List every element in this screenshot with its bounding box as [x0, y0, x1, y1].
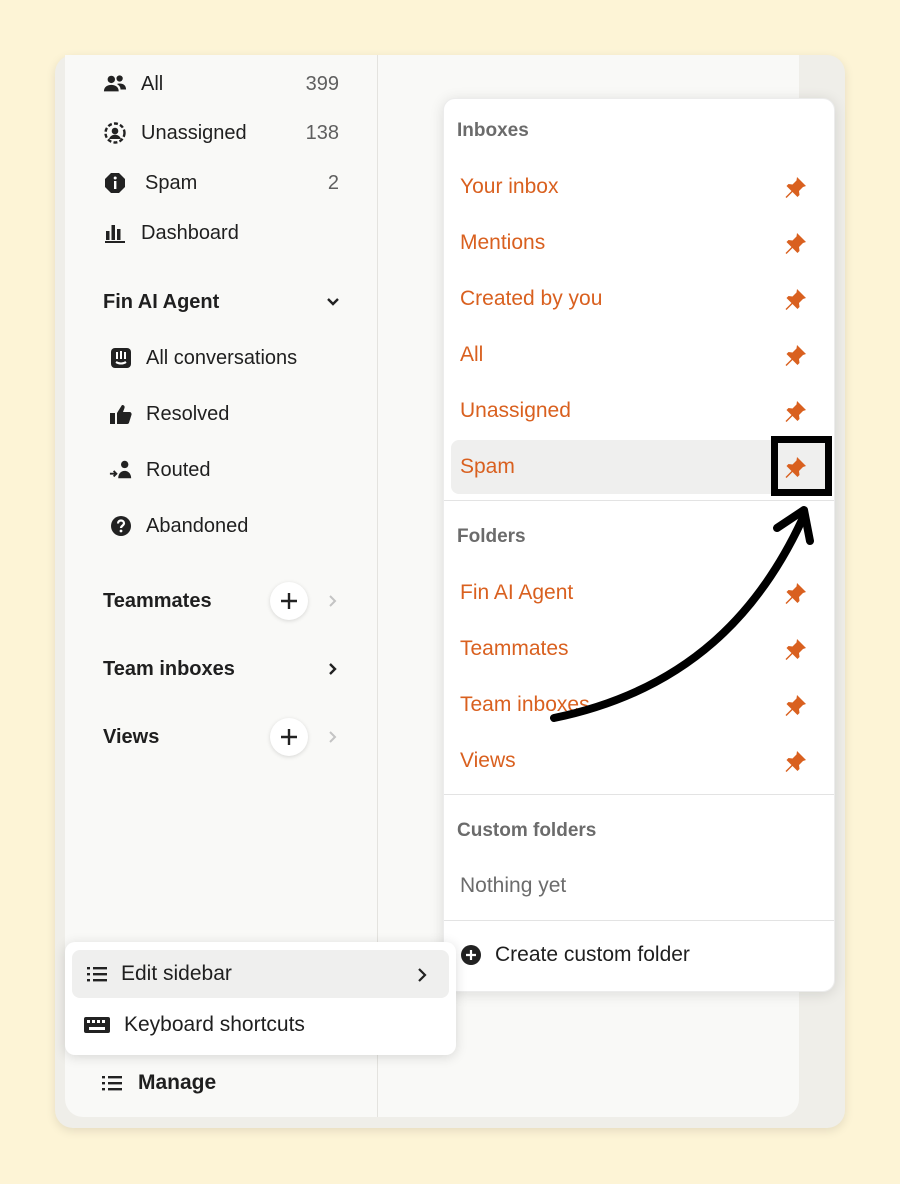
section-title: Team inboxes — [103, 657, 235, 680]
section-title: Fin AI Agent — [103, 290, 220, 313]
sidebar-item-label: All — [141, 72, 164, 95]
people-icon — [103, 72, 127, 96]
pin-row-label: Created by you — [460, 287, 603, 310]
keyboard-shortcuts-menu-item[interactable]: Keyboard shortcuts — [72, 1001, 449, 1049]
pin-row-all[interactable]: All — [451, 328, 829, 382]
pin-row-label: Views — [460, 749, 516, 772]
pin-row-fin-ai-agent[interactable]: Fin AI Agent — [451, 566, 829, 620]
sidebar-item-unassigned[interactable]: Unassigned 138 — [65, 111, 377, 155]
inboxes-heading: Inboxes — [457, 120, 529, 141]
pin-row-label: Your inbox — [460, 175, 559, 198]
keyboard-icon — [84, 1014, 110, 1036]
add-view-button[interactable] — [270, 718, 308, 756]
edit-sidebar-menu-item[interactable]: Edit sidebar — [72, 950, 449, 998]
manage-label: Manage — [138, 1071, 217, 1094]
pin-row-label: Team inboxes — [460, 693, 590, 716]
pin-row-views[interactable]: Views — [451, 734, 829, 788]
custom-folders-heading: Custom folders — [457, 820, 597, 841]
create-custom-folder-label: Create custom folder — [495, 943, 690, 966]
pin-row-label: All — [460, 343, 484, 366]
pin-row-team-inboxes[interactable]: Team inboxes — [451, 678, 829, 732]
divider — [444, 500, 834, 501]
pin-row-teammates[interactable]: Teammates — [451, 622, 829, 676]
chevron-right-icon[interactable] — [326, 662, 340, 676]
pin-icon[interactable] — [783, 636, 809, 662]
sidebar-item-label: Dashboard — [141, 221, 239, 244]
sidebar-item-spam[interactable]: Spam 2 — [65, 161, 377, 205]
plus-icon — [281, 593, 297, 609]
pin-icon[interactable] — [783, 398, 809, 424]
sidebar-item-label: Routed — [146, 458, 211, 481]
pin-row-label: Mentions — [460, 231, 546, 254]
settings-menu: Edit sidebar Keyboard shortcuts — [65, 942, 456, 1055]
question-icon — [109, 514, 133, 538]
divider — [444, 920, 834, 921]
chevron-right-icon[interactable] — [326, 730, 340, 744]
plus-circle-icon — [461, 945, 481, 965]
pin-row-created-by-you[interactable]: Created by you — [451, 272, 829, 326]
bar-chart-icon — [103, 221, 127, 245]
chevron-right-icon[interactable] — [326, 594, 340, 608]
section-title: Teammates — [103, 589, 212, 612]
sidebar-item-all-conversations[interactable]: All conversations — [65, 336, 377, 380]
pin-row-your-inbox[interactable]: Your inbox — [451, 160, 829, 214]
menu-item-label: Edit sidebar — [121, 962, 232, 985]
teammates-section-header[interactable]: Teammates — [65, 579, 377, 623]
fin-ai-agent-section-header[interactable]: Fin AI Agent — [65, 280, 377, 324]
pin-icon[interactable] — [783, 342, 809, 368]
divider — [444, 794, 834, 795]
sidebar-item-abandoned[interactable]: Abandoned — [65, 504, 377, 548]
pin-row-label: Spam — [460, 455, 515, 478]
sidebar-item-label: All conversations — [146, 346, 298, 369]
pin-row-label: Teammates — [460, 637, 569, 660]
pin-icon[interactable] — [783, 748, 809, 774]
sidebar-item-label: Unassigned — [141, 121, 247, 144]
count-badge: 399 — [305, 72, 339, 95]
sidebar-item-all[interactable]: All 399 — [65, 62, 377, 106]
unassigned-icon — [103, 121, 127, 145]
manage-button[interactable]: Manage — [102, 1071, 216, 1095]
pin-row-mentions[interactable]: Mentions — [451, 216, 829, 270]
chevron-down-icon — [326, 295, 340, 309]
list-icon — [102, 1076, 122, 1091]
pin-folders-popup: Inboxes Your inbox Mentions Created by you… — [443, 98, 835, 992]
thumbs-up-icon — [109, 402, 133, 426]
sidebar-item-label: Spam — [145, 171, 198, 194]
sidebar-item-label: Abandoned — [146, 514, 249, 537]
team-inboxes-section-header[interactable]: Team inboxes — [65, 647, 377, 691]
add-teammates-button[interactable] — [270, 582, 308, 620]
list-icon — [86, 963, 108, 985]
fin-icon — [109, 346, 133, 370]
menu-item-label: Keyboard shortcuts — [124, 1013, 305, 1036]
pin-row-label: Fin AI Agent — [460, 581, 574, 604]
sidebar-item-dashboard[interactable]: Dashboard — [65, 211, 377, 255]
create-custom-folder-button[interactable]: Create custom folder — [460, 943, 690, 967]
pin-icon[interactable] — [783, 286, 809, 312]
section-title: Views — [103, 725, 160, 748]
pin-row-unassigned[interactable]: Unassigned — [451, 384, 829, 438]
count-badge: 2 — [327, 171, 339, 194]
highlight-box — [771, 436, 832, 496]
spam-icon — [103, 171, 127, 195]
count-badge: 138 — [305, 121, 339, 144]
views-section-header[interactable]: Views — [65, 715, 377, 759]
sidebar-item-label: Resolved — [146, 402, 230, 425]
empty-state-text: Nothing yet — [460, 874, 567, 897]
sidebar-item-routed[interactable]: Routed — [65, 448, 377, 492]
pin-icon[interactable] — [783, 692, 809, 718]
plus-icon — [281, 729, 297, 745]
pin-row-label: Unassigned — [460, 399, 571, 422]
routed-icon — [109, 458, 133, 482]
chevron-right-icon — [417, 965, 427, 989]
pin-icon[interactable] — [783, 230, 809, 256]
folders-heading: Folders — [457, 526, 526, 547]
pin-icon[interactable] — [783, 174, 809, 200]
pin-icon[interactable] — [783, 580, 809, 606]
sidebar-item-resolved[interactable]: Resolved — [65, 392, 377, 436]
